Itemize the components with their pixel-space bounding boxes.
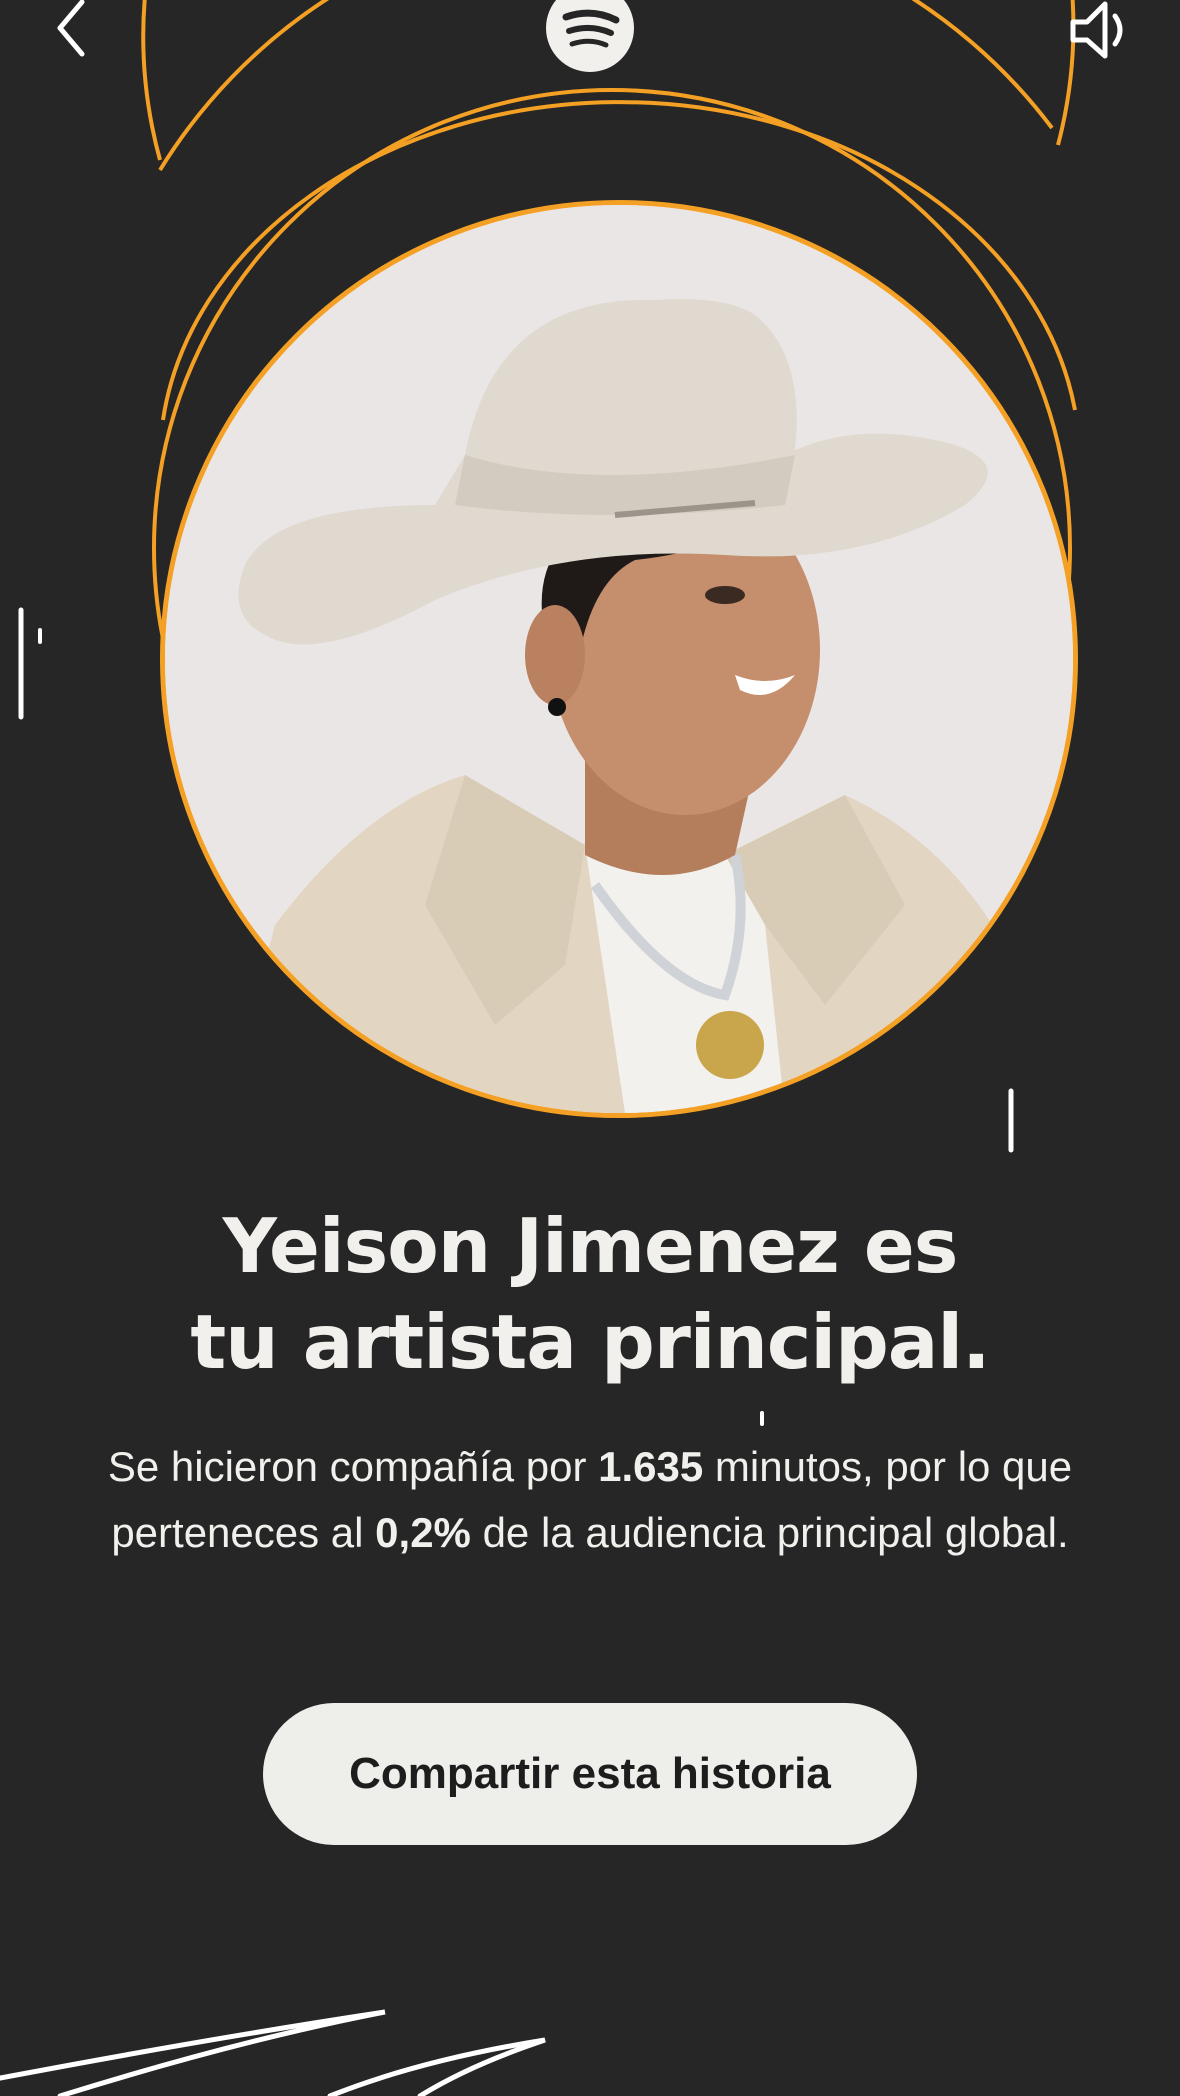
summary-text-part-1: Se hicieron compañía por (107, 1443, 599, 1490)
sound-button[interactable] (1062, 0, 1142, 60)
headline-line-2: tu artista principal. (190, 1298, 990, 1386)
percent-value: 0,2% (375, 1509, 471, 1556)
wrapped-story-screen: Yeison Jimenez es tu artista principal. … (0, 0, 1180, 2096)
headline-line-1: Yeison Jimenez es (222, 1202, 959, 1290)
spotify-logo (546, 0, 634, 72)
chevron-left-icon (57, 0, 85, 57)
artist-photo-illustration (165, 205, 1073, 1113)
back-button[interactable] (30, 0, 110, 60)
share-story-button[interactable]: Compartir esta historia (263, 1703, 917, 1845)
listening-summary: Se hicieron compañía por 1.635 minutos, … (60, 1434, 1120, 1566)
summary-text-part-3: de la audiencia principal global. (470, 1509, 1069, 1556)
bottom-white-swoosh-2 (327, 2037, 546, 2096)
artist-photo (160, 200, 1078, 1118)
top-ring (141, 0, 162, 161)
bottom-white-swoosh (0, 2009, 386, 2096)
headline: Yeison Jimenez es tu artista principal. (40, 1198, 1140, 1390)
speaker-icon (1070, 1, 1123, 59)
minutes-value: 1.635 (598, 1443, 704, 1490)
